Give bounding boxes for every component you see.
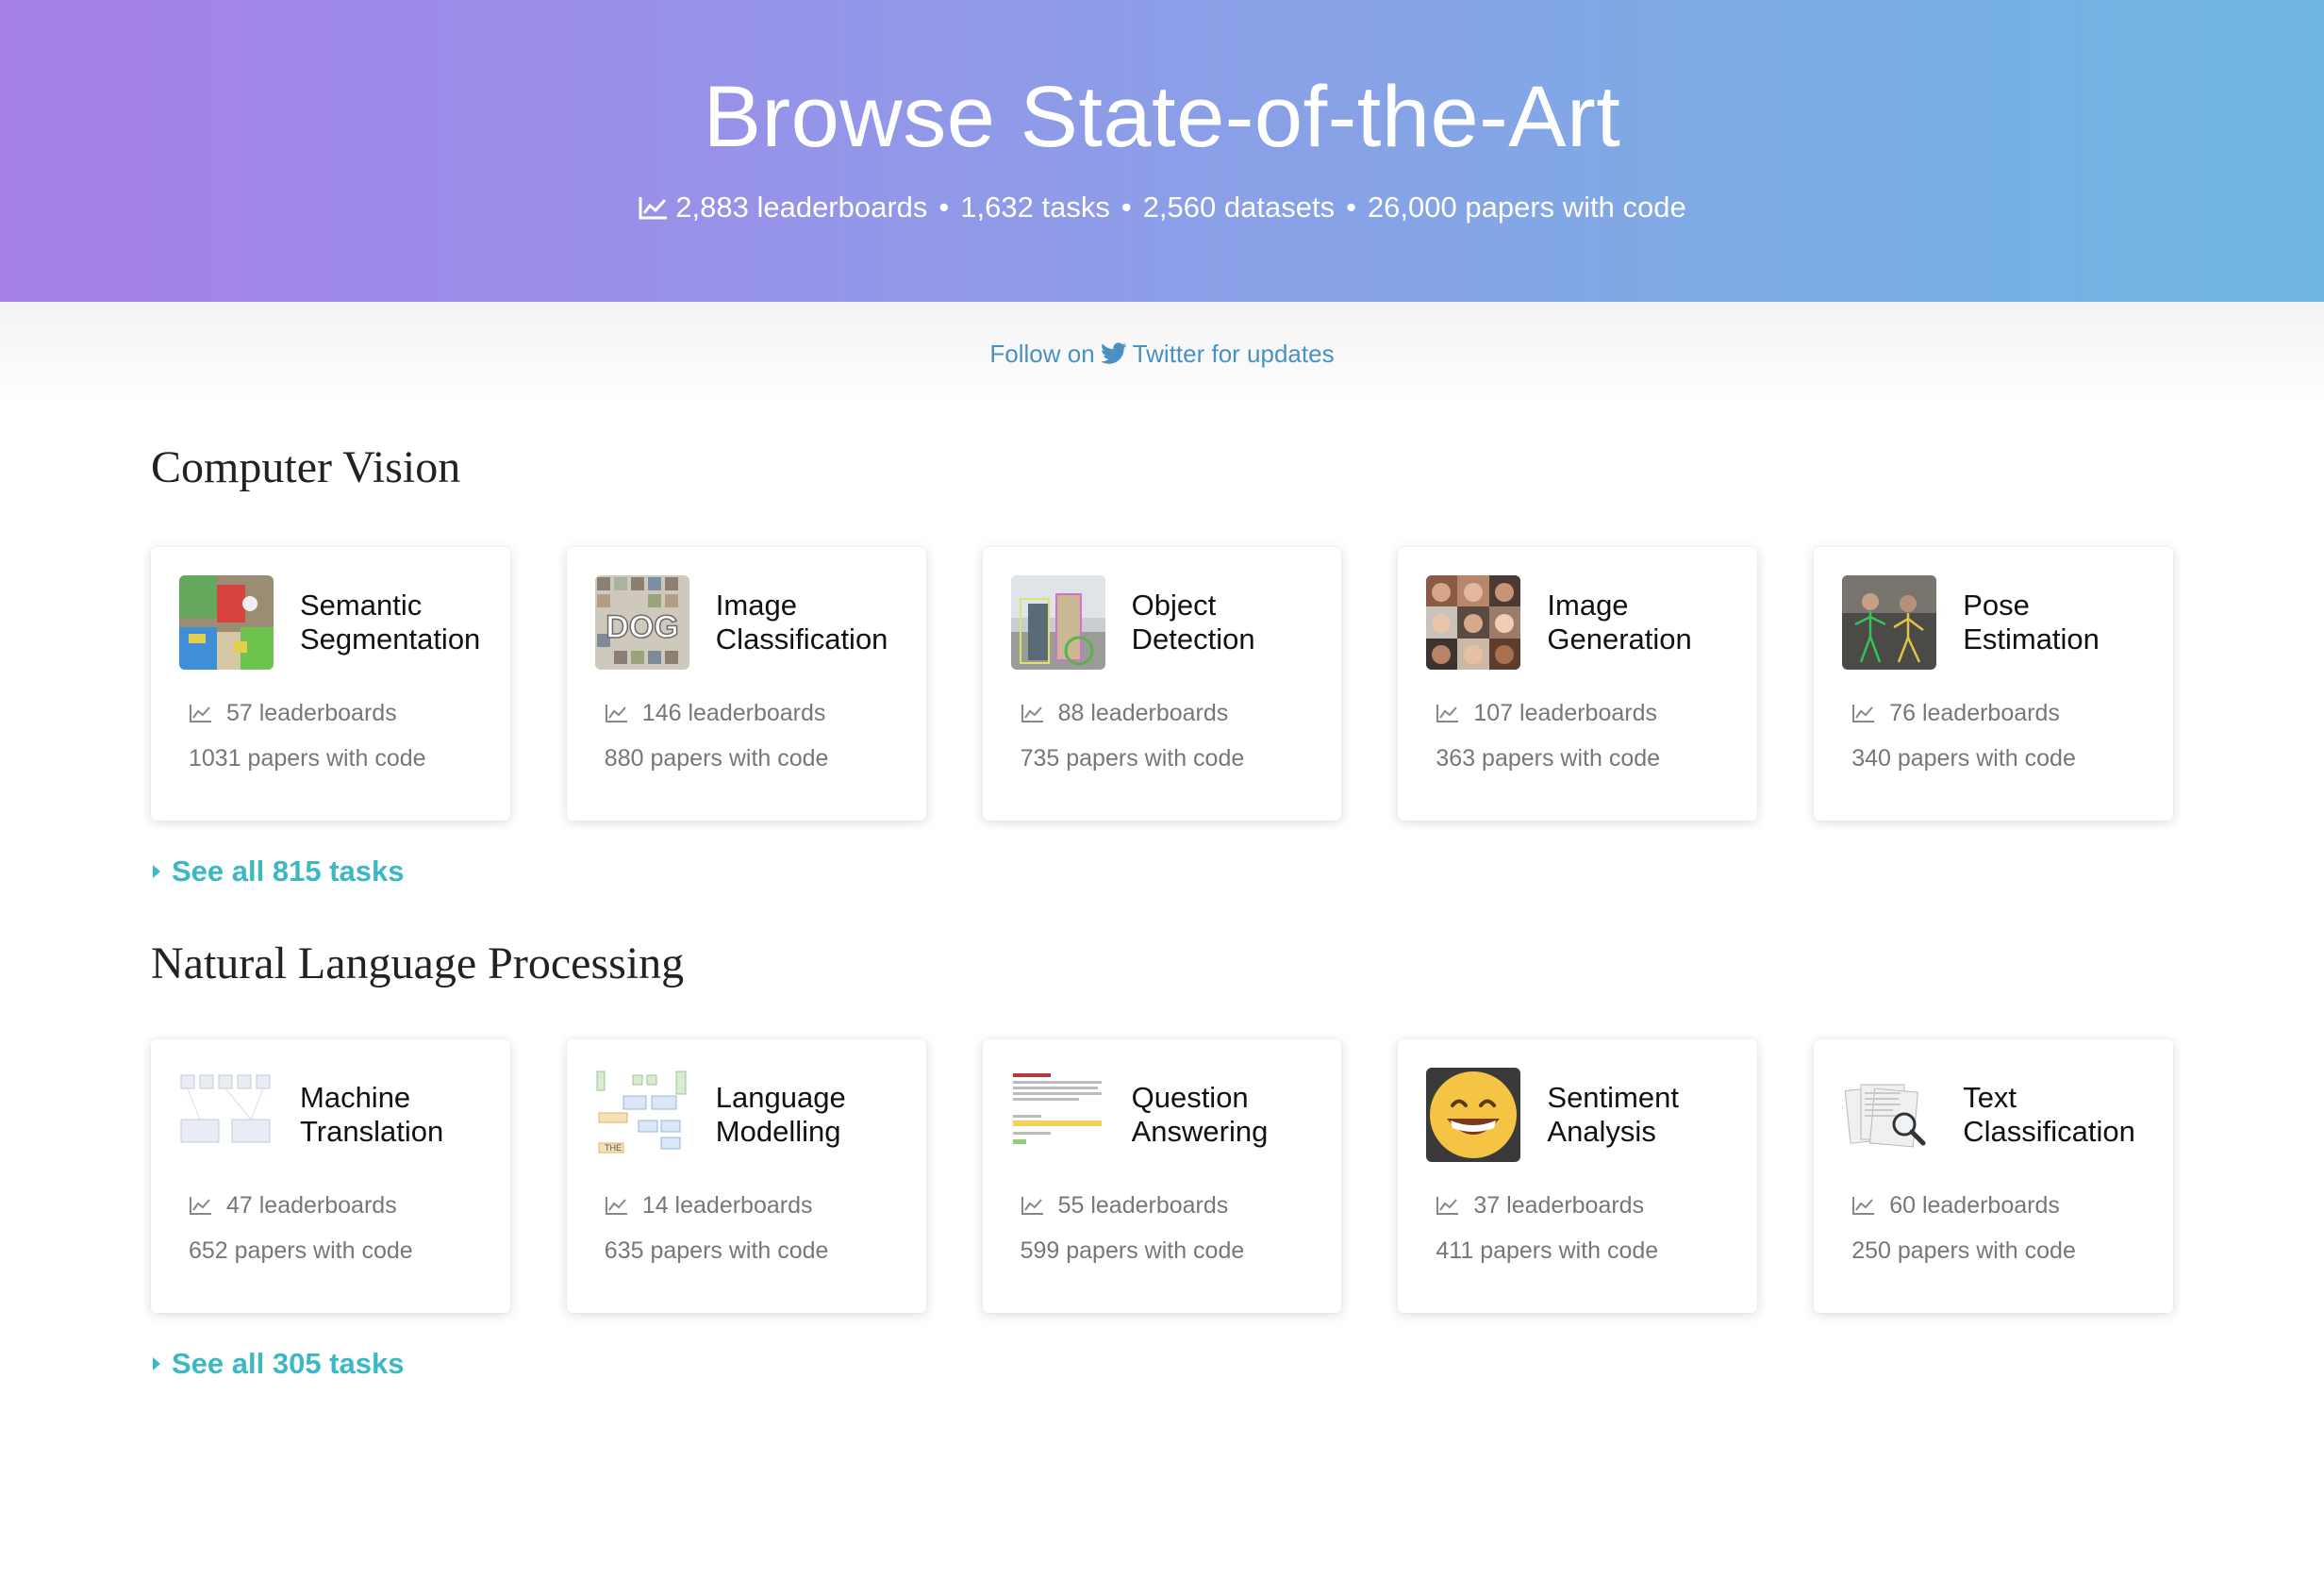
- line-chart-icon: [1436, 705, 1459, 722]
- task-card-object-detection[interactable]: Object Detection 88 leaderboards 735 pap…: [982, 547, 1342, 821]
- smiley-emoji-thumbnail: [1426, 1068, 1521, 1162]
- stat-papers: 26,000 papers with code: [1367, 191, 1686, 224]
- stat-leaderboards: 2,883 leaderboards: [675, 191, 928, 224]
- translation-diagram-thumbnail: [179, 1068, 274, 1162]
- line-chart-icon: [639, 197, 668, 220]
- papers-count: 599 papers with code: [1020, 1237, 1245, 1264]
- leaderboard-count: 57 leaderboards: [226, 699, 397, 726]
- line-chart-icon: [190, 705, 211, 722]
- task-card-question-answering[interactable]: Question Answering 55 leaderboards 599 p…: [982, 1039, 1342, 1313]
- follow-link-text: Twitter for updates: [1132, 339, 1335, 368]
- task-title: Text Classification: [1963, 1081, 2135, 1148]
- task-title: Object Detection: [1131, 589, 1255, 656]
- leaderboard-count: 107 leaderboards: [1473, 699, 1657, 726]
- line-chart-icon: [605, 705, 627, 722]
- hero-banner: Browse State-of-the-Art 2,883 leaderboar…: [0, 0, 2324, 302]
- documents-magnifier-thumbnail: [1842, 1068, 1937, 1162]
- task-title: Pose Estimation: [1963, 589, 2100, 656]
- line-chart-icon: [1852, 705, 1875, 722]
- stat-separator: •: [1346, 191, 1356, 224]
- task-title: Language Modelling: [715, 1081, 846, 1148]
- task-card-machine-translation[interactable]: Machine Translation 47 leaderboards 652 …: [151, 1039, 510, 1313]
- line-chart-icon: [1436, 1197, 1459, 1215]
- line-chart-icon: [190, 1197, 211, 1215]
- qa-document-thumbnail: [1010, 1068, 1105, 1162]
- papers-count: 652 papers with code: [189, 1237, 413, 1264]
- papers-count: 363 papers with code: [1436, 745, 1661, 772]
- see-all-cv-tasks-link[interactable]: See all 815 tasks: [151, 855, 404, 888]
- image-grid-thumbnail: DOG: [594, 575, 689, 670]
- task-card-image-generation[interactable]: Image Generation 107 leaderboards 363 pa…: [1398, 547, 1758, 821]
- leaderboard-count: 88 leaderboards: [1057, 699, 1229, 726]
- caret-right-icon: [153, 865, 160, 878]
- task-title: Semantic Segmentation: [300, 589, 481, 656]
- task-card-list: Semantic Segmentation 57 leaderboards 10…: [151, 547, 2173, 821]
- stat-separator: •: [1120, 191, 1132, 224]
- papers-count: 411 papers with code: [1436, 1237, 1659, 1264]
- pose-photo-thumbnail: [1842, 575, 1937, 670]
- street-photo-thumbnail: [1010, 575, 1105, 670]
- caret-right-icon: [153, 1357, 160, 1370]
- task-card-sentiment-analysis[interactable]: Sentiment Analysis 37 leaderboards 411 p…: [1398, 1039, 1758, 1313]
- leaderboard-count: 37 leaderboards: [1473, 1191, 1645, 1219]
- follow-prefix: Follow on: [989, 339, 1095, 368]
- papers-count: 1031 papers with code: [189, 745, 426, 772]
- twitter-bird-icon: [1100, 342, 1127, 364]
- twitter-follow-link[interactable]: Follow on Twitter for updates: [989, 340, 1334, 369]
- papers-count: 735 papers with code: [1020, 745, 1245, 772]
- section-title: Natural Language Processing: [151, 938, 685, 988]
- section-computer-vision: Computer Vision Semantic Segmentation 57…: [151, 406, 2173, 888]
- task-title: Image Generation: [1547, 589, 1692, 656]
- svg-text:THE: THE: [605, 1143, 622, 1153]
- hero-stats: 2,883 leaderboards • 1,632 tasks • 2,560…: [0, 191, 2324, 224]
- section-title: Computer Vision: [151, 442, 461, 492]
- section-nlp: Natural Language Processing Machine Tran…: [151, 888, 2173, 1381]
- papers-count: 635 papers with code: [604, 1237, 829, 1264]
- leaderboard-count: 14 leaderboards: [641, 1191, 813, 1219]
- model-diagram-thumbnail: THE: [594, 1068, 689, 1162]
- task-card-semantic-segmentation[interactable]: Semantic Segmentation 57 leaderboards 10…: [151, 547, 510, 821]
- faces-grid-thumbnail: [1426, 575, 1521, 670]
- leaderboard-count: 146 leaderboards: [641, 699, 826, 726]
- stat-separator: •: [938, 191, 950, 224]
- stat-tasks: 1,632 tasks: [960, 191, 1110, 224]
- line-chart-icon: [605, 1197, 627, 1215]
- see-all-nlp-tasks-link[interactable]: See all 305 tasks: [151, 1347, 404, 1381]
- task-title: Question Answering: [1131, 1081, 1269, 1148]
- leaderboard-count: 55 leaderboards: [1057, 1191, 1229, 1219]
- page-title: Browse State-of-the-Art: [703, 69, 1621, 165]
- follow-band: Follow on Twitter for updates: [0, 302, 2324, 406]
- papers-count: 340 papers with code: [1851, 745, 2076, 772]
- leaderboard-count: 60 leaderboards: [1889, 1191, 2060, 1219]
- line-chart-icon: [1021, 1197, 1043, 1215]
- task-card-image-classification[interactable]: DOG Image Classification 146 leaderboard…: [566, 547, 926, 821]
- leaderboard-count: 47 leaderboards: [226, 1191, 397, 1219]
- line-chart-icon: [1021, 705, 1043, 722]
- task-title: Sentiment Analysis: [1547, 1081, 1679, 1148]
- task-card-text-classification[interactable]: Text Classification 60 leaderboards 250 …: [1814, 1039, 2173, 1313]
- leaderboard-count: 76 leaderboards: [1889, 699, 2060, 726]
- line-chart-icon: [1852, 1197, 1875, 1215]
- task-title: Machine Translation: [300, 1081, 444, 1148]
- task-card-pose-estimation[interactable]: Pose Estimation 76 leaderboards 340 pape…: [1814, 547, 2173, 821]
- task-title: Image Classification: [715, 589, 888, 656]
- stat-datasets: 2,560 datasets: [1142, 191, 1336, 224]
- main-content: Computer Vision Semantic Segmentation 57…: [0, 406, 2324, 1381]
- papers-count: 250 papers with code: [1851, 1237, 2076, 1264]
- task-card-list: Machine Translation 47 leaderboards 652 …: [151, 1039, 2173, 1313]
- svg-text:DOG: DOG: [606, 609, 678, 645]
- task-card-language-modelling[interactable]: THE Language Modelling 14 leaderboards 6…: [566, 1039, 926, 1313]
- segmentation-thumbnail: [179, 575, 274, 670]
- papers-count: 880 papers with code: [604, 745, 829, 772]
